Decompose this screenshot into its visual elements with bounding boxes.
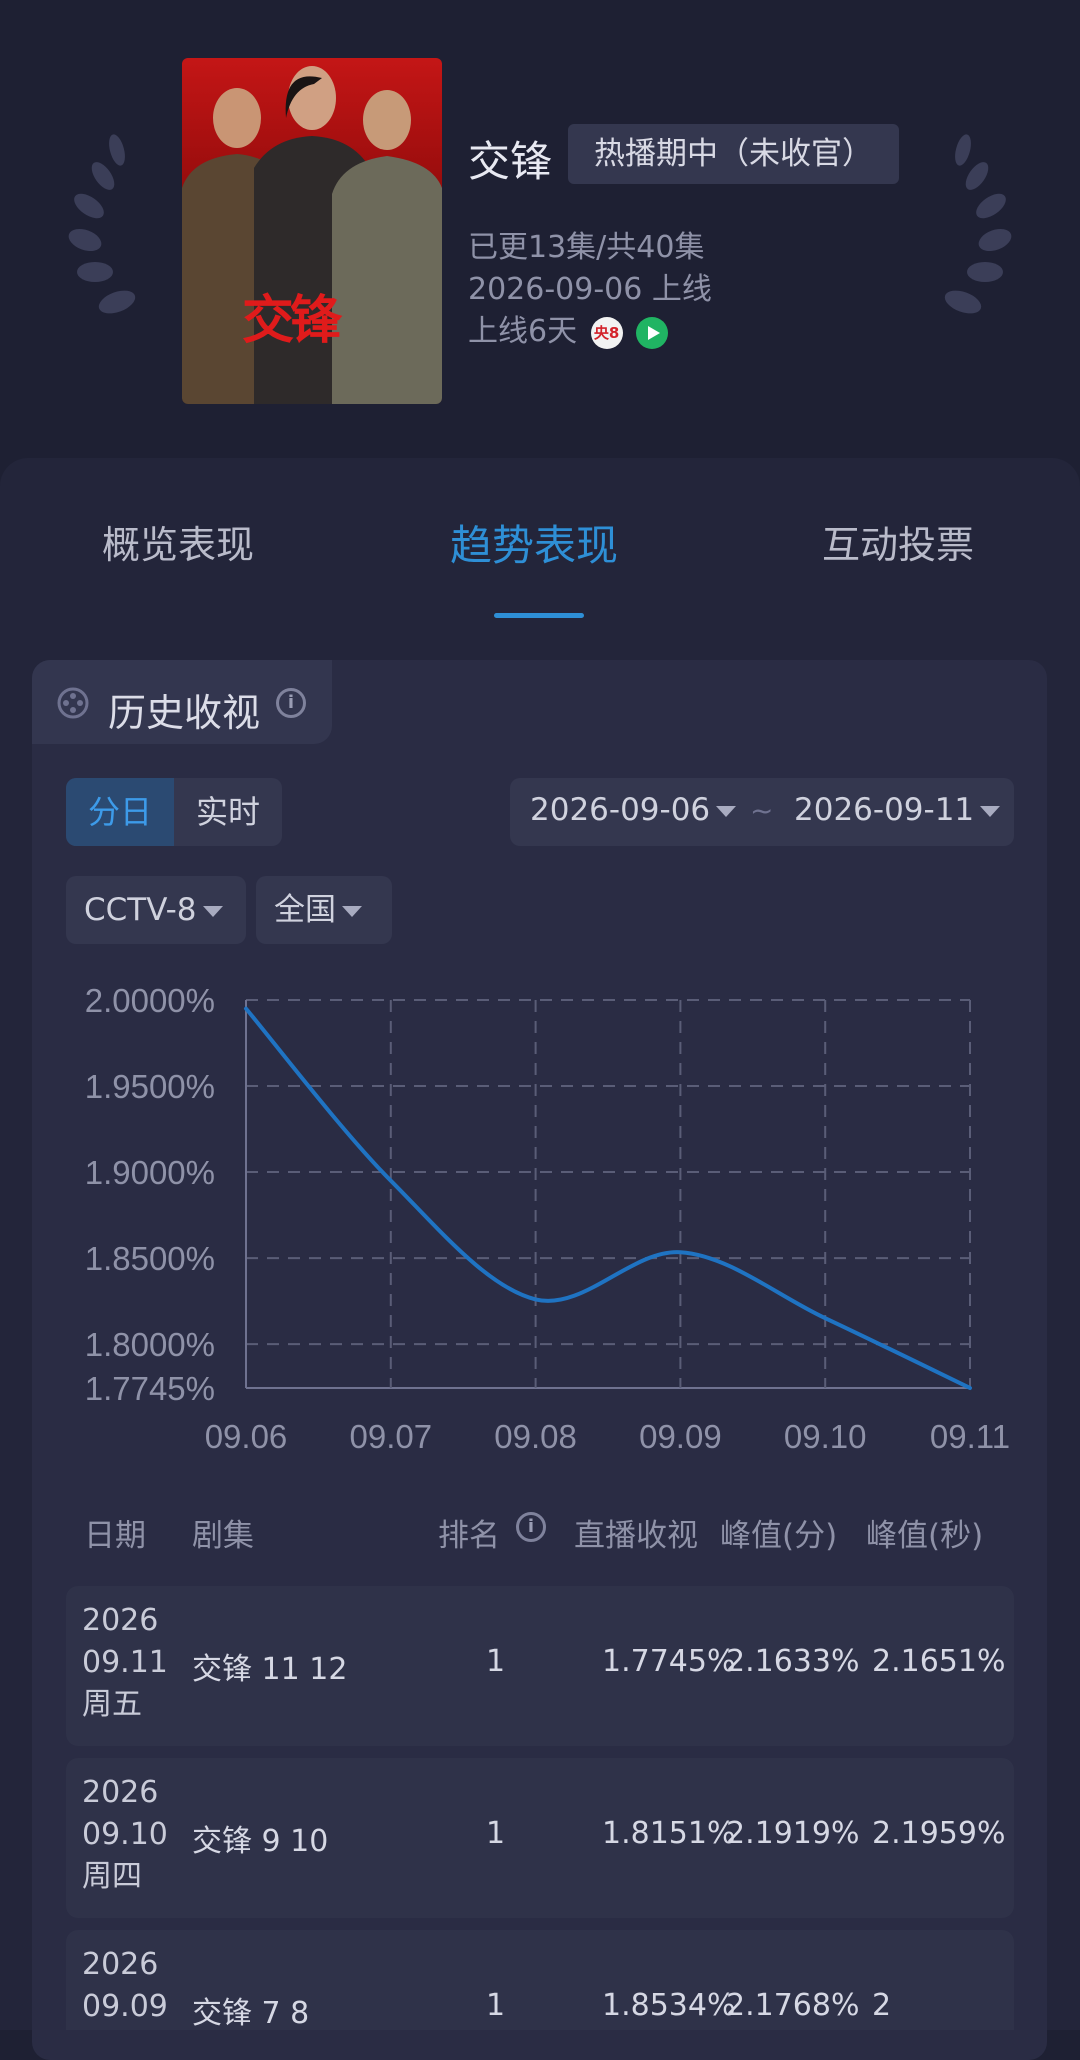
row-year: 2026 [82,1603,159,1638]
ratings-line-chart: 2.0000% 1.9500% 1.9000% 1.8500% 1.8000% 1.774… [85,982,1010,1455]
y-tick-label: 1.9500% [85,1068,215,1105]
tab-overview[interactable]: 概览表现 [102,514,254,569]
row-day: 09.11 [82,1645,168,1680]
row-day: 09.10 [82,1817,168,1852]
row-rank: 1 [486,1988,506,2023]
mode-realtime-button[interactable]: 实时 [174,778,282,846]
y-tick-label: 1.8500% [85,1240,215,1277]
info-icon[interactable]: i [276,688,306,718]
row-live: 1.8151% [602,1816,736,1851]
row-date: 2026 09.09 [82,1944,168,2028]
date-to-select[interactable]: 2026-09-11 [794,792,1001,828]
chevron-down-icon [342,906,362,917]
y-tick-label: 1.7745% [85,1370,215,1407]
row-date: 2026 09.10 周四 [82,1772,168,1898]
days-online-row: 上线6天 央8 [468,306,669,350]
x-tick-label: 09.07 [350,1418,433,1455]
row-peak-sec: 2.1651% [872,1644,1006,1679]
cctv8-icon: 央8 [590,316,623,349]
section-title: 历史收视 [108,691,261,735]
row-rank: 1 [486,1644,506,1679]
row-peak-min: 2.1633% [726,1644,860,1679]
status-badge: 热播期中（未收官） [568,124,899,184]
date-to-value: 2026-09-11 [794,792,975,828]
row-live: 1.8534% [602,1988,736,2023]
show-header: 交锋 交锋 热播期中（未收官） 已更13集/共40集 2026-09-06 上线… [0,0,1080,460]
y-tick-label: 2.0000% [85,982,215,1019]
col-header-peak-min: 峰值(分) [720,1518,838,1554]
x-tick-label: 09.06 [205,1418,288,1455]
chevron-down-icon [980,806,1001,817]
tab-indicator [494,613,584,618]
table-row[interactable]: 2026 09.10 周四 交锋 9 10 1 1.8151% 2.1919% … [66,1758,1014,1918]
row-date: 2026 09.11 周五 [82,1600,168,1726]
release-date: 2026-09-06 上线 [468,272,712,307]
row-year: 2026 [82,1775,159,1810]
date-from-select[interactable]: 2026-09-06 [530,792,737,828]
info-icon[interactable]: i [516,1512,546,1542]
episode-count: 已更13集/共40集 [468,230,705,265]
y-tick-label: 1.8000% [85,1326,215,1363]
col-header-rank: 排名 [438,1518,500,1554]
col-header-peak-sec: 峰值(秒) [866,1518,984,1554]
channel-value: CCTV-8 [84,892,197,928]
row-live: 1.7745% [602,1644,736,1679]
x-tick-label: 09.11 [930,1418,1010,1455]
tab-vote[interactable]: 互动投票 [822,514,974,569]
laurel-icon [68,134,136,314]
chevron-down-icon [202,906,223,917]
x-tick-label: 09.10 [784,1418,867,1455]
tab-trend[interactable]: 趋势表现 [450,512,618,573]
row-weekday: 周五 [82,1687,142,1722]
table-row[interactable]: 2026 09.11 周五 交锋 11 12 1 1.7745% 2.1633%… [66,1586,1014,1746]
row-episode: 交锋 7 8 [192,1996,310,2031]
channel-select[interactable]: CCTV-8 [66,876,246,944]
laurel-icon [944,134,1012,314]
x-tick-label: 09.09 [639,1418,722,1455]
show-title: 交锋 [468,137,553,186]
history-icon [57,687,89,719]
x-tick-label: 09.08 [494,1418,577,1455]
col-header-live: 直播收视 [574,1518,698,1554]
play-icon [636,316,669,349]
row-rank: 1 [486,1816,506,1851]
show-poster[interactable]: 交锋 [182,58,442,404]
table-row[interactable]: 2026 09.09 交锋 7 8 1 1.8534% 2.1768% 2 [66,1930,1014,2031]
chevron-down-icon [716,806,737,817]
col-header-date: 日期 [84,1518,146,1554]
row-peak-min: 2.1768% [726,1988,860,2023]
days-online: 上线6天 [468,314,578,349]
date-range-picker: 2026-09-06 ~ 2026-09-11 [510,778,1014,846]
region-value: 全国 [274,892,336,928]
row-peak-sec: 2 [872,1988,892,2023]
row-day: 09.09 [82,1989,168,2024]
row-peak-min: 2.1919% [726,1816,860,1851]
row-year: 2026 [82,1947,159,1982]
mode-daily-button[interactable]: 分日 [66,778,174,846]
date-from-value: 2026-09-06 [530,792,711,828]
region-select[interactable]: 全国 [256,876,392,944]
row-peak-sec: 2.1959% [872,1816,1006,1851]
series-line [244,1006,972,1390]
col-header-episode: 剧集 [192,1518,254,1554]
y-tick-label: 1.9000% [85,1154,215,1191]
mode-toggle: 分日 实时 [66,778,282,846]
date-separator: ~ [750,794,774,827]
row-episode: 交锋 11 12 [192,1652,348,1687]
row-episode: 交锋 9 10 [192,1824,329,1859]
poster-title: 交锋 [242,290,342,351]
row-weekday: 周四 [82,1859,142,1894]
